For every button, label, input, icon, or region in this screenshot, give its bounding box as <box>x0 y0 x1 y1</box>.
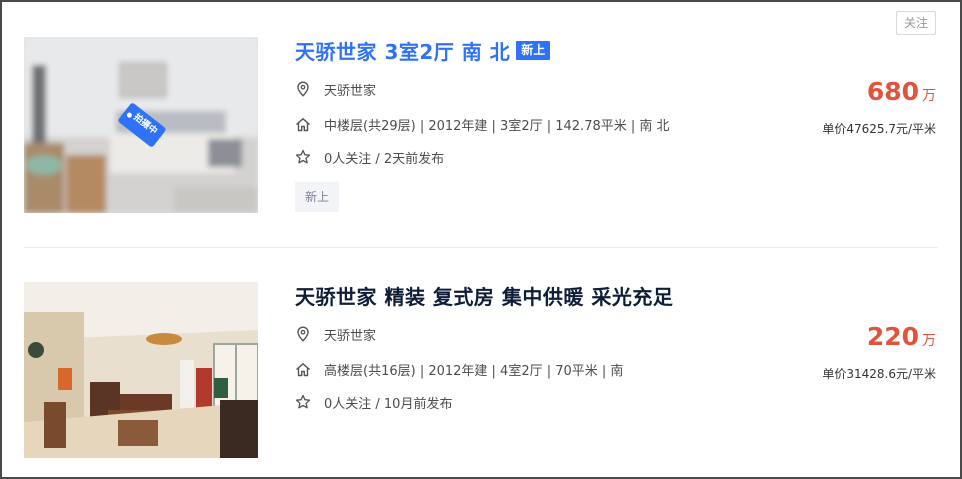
price-value: 680 <box>866 77 919 106</box>
house-info-text: 中楼层(共29层) | 2012年建 | 3室2厅 | 142.78平米 | 南… <box>324 118 670 134</box>
title-row: 天骄世家 精装 复式房 集中供暖 采光充足 <box>295 281 673 310</box>
listing-title-link[interactable]: 天骄世家 精装 复式房 集中供暖 采光充足 <box>295 281 673 310</box>
location-pin-icon <box>295 81 311 97</box>
location-pin-icon <box>295 326 311 342</box>
house-info-row: 中楼层(共29层) | 2012年建 | 3室2厅 | 142.78平米 | 南… <box>295 114 670 134</box>
price-value: 220 <box>866 322 919 351</box>
listing-title-link[interactable]: 天骄世家 3室2厅 南 北 <box>295 36 510 65</box>
listing-item[interactable]: 天骄世家 精装 复式房 集中供暖 采光充足 天骄世家 高楼层(共16层) | 2… <box>24 282 938 460</box>
divider <box>24 247 938 248</box>
follow-info-row: 0人关注 / 2天前发布 <box>295 147 444 167</box>
star-icon <box>295 149 311 165</box>
listing-item[interactable]: 拍摄中 天骄世家 3室2厅 南 北 新上 天骄世家 中楼层(共29层) | 20… <box>24 11 938 247</box>
follow-button[interactable]: 关注 <box>896 11 936 35</box>
house-info-text: 高楼层(共16层) | 2012年建 | 4室2厅 | 70平米 | 南 <box>324 363 624 379</box>
title-row: 天骄世家 3室2厅 南 北 新上 <box>295 36 551 65</box>
location-row: 天骄世家 <box>295 324 376 344</box>
house-info-row: 高楼层(共16层) | 2012年建 | 4室2厅 | 70平米 | 南 <box>295 359 623 379</box>
total-price: 680 万 <box>867 77 936 106</box>
listing-tag: 新上 <box>295 182 340 212</box>
listing-photo[interactable]: 拍摄中 <box>24 37 258 213</box>
community-link[interactable]: 天骄世家 <box>324 325 376 344</box>
price-unit: 万 <box>922 333 936 349</box>
star-icon <box>295 394 311 410</box>
house-icon <box>295 361 311 377</box>
new-badge: 新上 <box>516 40 551 60</box>
price-unit: 万 <box>922 88 936 104</box>
listing-panel: 拍摄中 天骄世家 3室2厅 南 北 新上 天骄世家 中楼层(共29层) | 20… <box>0 0 962 479</box>
total-price: 220 万 <box>867 322 936 351</box>
unit-price: 单价47625.7元/平米 <box>822 122 936 136</box>
follow-info-text: 0人关注 / 10月前发布 <box>324 396 453 412</box>
unit-price: 单价31428.6元/平米 <box>822 367 936 381</box>
listing-photo[interactable] <box>24 282 258 458</box>
follow-info-row: 0人关注 / 10月前发布 <box>295 392 452 412</box>
community-link[interactable]: 天骄世家 <box>324 80 376 99</box>
location-row: 天骄世家 <box>295 79 376 99</box>
house-icon <box>295 116 311 132</box>
follow-info-text: 0人关注 / 2天前发布 <box>324 151 445 167</box>
